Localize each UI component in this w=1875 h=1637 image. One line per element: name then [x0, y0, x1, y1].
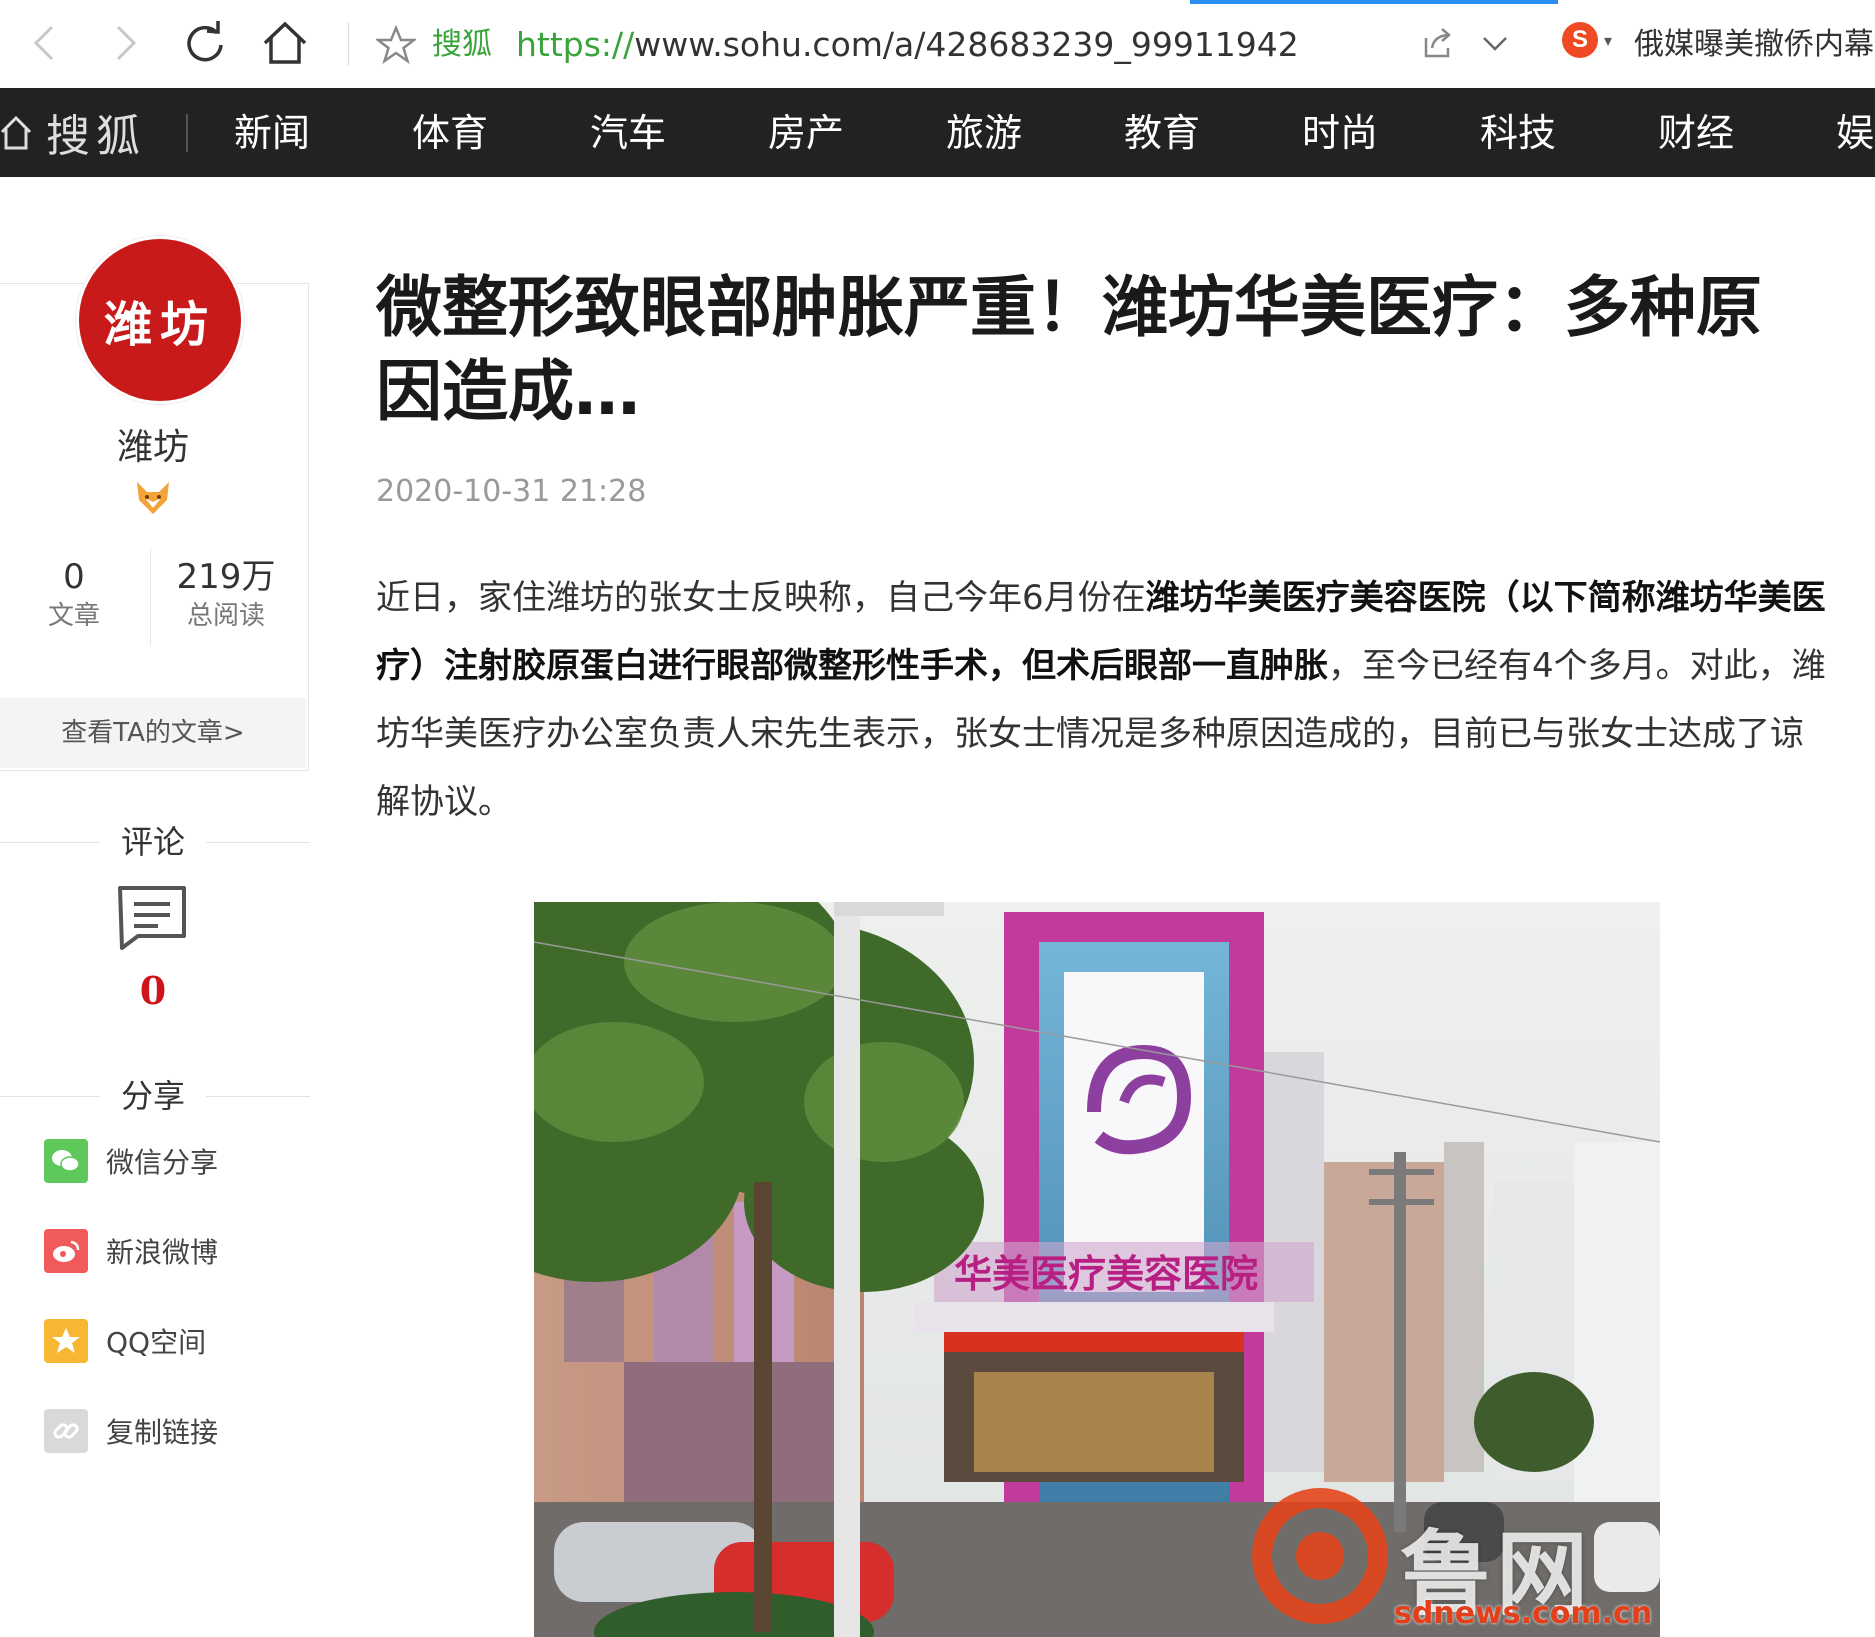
nav-divider: [186, 114, 188, 152]
home-button[interactable]: [262, 20, 308, 66]
address-dropdown-button[interactable]: [1478, 28, 1512, 62]
sogou-search-engine-button[interactable]: S ▾: [1562, 22, 1612, 58]
star-icon: [374, 24, 418, 65]
stat-label: 总阅读: [186, 601, 265, 631]
weibo-icon: [44, 1229, 88, 1273]
forward-button[interactable]: [102, 20, 148, 66]
nav-item[interactable]: 教育: [1124, 108, 1200, 158]
browser-toolbar: 搜狐 https://www.sohu.com/a/428683239_9991…: [0, 0, 1875, 89]
nav-item[interactable]: 科技: [1480, 108, 1556, 158]
share-item[interactable]: 复制链接: [44, 1408, 218, 1454]
link-icon: [44, 1409, 88, 1453]
reload-icon: [187, 21, 223, 62]
stat-value: 219万: [176, 557, 276, 597]
comment-icon[interactable]: [116, 884, 188, 956]
nav-item[interactable]: 房产: [768, 108, 844, 158]
article-title: 微整形致眼部肿胀严重！潍坊华美医疗：多种原因造成…: [376, 269, 1762, 430]
article-paragraph: 近日，家住潍坊的张女士反映称，自己今年6月份在潍坊华美医疗美容医院（以下简称潍坊…: [376, 564, 1828, 836]
back-button[interactable]: [22, 20, 68, 66]
author-name[interactable]: 潍坊: [0, 418, 306, 470]
news-ticker-text[interactable]: 俄媒曝美撤侨内幕: [1634, 24, 1874, 66]
share-item[interactable]: 微信分享: [44, 1138, 218, 1184]
share-heading: 分享: [120, 1077, 185, 1115]
share-item[interactable]: QQ空间: [44, 1318, 206, 1364]
fox-badge-icon: [133, 480, 173, 520]
caret-down-icon: ▾: [1604, 30, 1613, 50]
toolbar-divider: [348, 22, 349, 66]
clinic-sign-text: 华美医疗美容医院: [954, 1252, 1258, 1296]
share-item[interactable]: 新浪微博: [44, 1228, 218, 1274]
stat-articles: 0 文章: [34, 556, 114, 634]
nav-item[interactable]: 汽车: [590, 108, 666, 158]
forward-arrow-icon: [116, 25, 137, 61]
back-arrow-icon: [33, 25, 54, 61]
bookmark-button[interactable]: [374, 24, 418, 69]
watermark-url: sdnews.com.cn: [1394, 1596, 1653, 1631]
share-arrow-icon: [1424, 28, 1451, 58]
stat-reads: 219万 总阅读: [166, 556, 286, 634]
body-text: 近日，家住潍坊的张女士反映称，自己今年6月份在: [376, 578, 1146, 618]
url-path: www.sohu.com/a/428683239_99911942: [634, 25, 1299, 64]
sohu-nav-bar: 搜狐 新闻 体育 汽车 房产 旅游 教育 时尚 科技 财经 娱乐: [0, 88, 1875, 177]
lunet-logo-icon: [1250, 1486, 1390, 1630]
share-page-button[interactable]: [1420, 26, 1454, 64]
page-load-progress: [1190, 0, 1558, 4]
article-date: 2020-10-31 21:28: [376, 474, 647, 509]
address-bar[interactable]: https://www.sohu.com/a/428683239_9991194…: [516, 24, 1299, 66]
home-icon: [0, 115, 32, 150]
wechat-icon: [44, 1139, 88, 1183]
author-avatar[interactable]: 潍坊: [76, 236, 244, 404]
share-item-label: 新浪微博: [106, 1236, 219, 1269]
share-item-label: 微信分享: [106, 1146, 219, 1179]
nav-item[interactable]: 旅游: [946, 108, 1022, 158]
nav-item[interactable]: 体育: [412, 108, 488, 158]
nav-item[interactable]: 新闻: [234, 108, 310, 158]
site-identity-label[interactable]: 搜狐: [432, 24, 492, 66]
reload-button[interactable]: [182, 20, 228, 66]
nav-item[interactable]: 财经: [1658, 108, 1734, 158]
stat-divider: [150, 548, 151, 646]
comments-heading: 评论: [120, 823, 185, 861]
sogou-logo-icon: S: [1562, 22, 1598, 58]
qzone-star-icon: [44, 1319, 88, 1363]
stat-label: 文章: [47, 601, 100, 631]
chevron-down-icon: [1483, 37, 1507, 51]
comments-section-header: 评论: [0, 822, 310, 862]
sohu-logo[interactable]: 搜狐: [0, 102, 146, 162]
stat-value: 0: [63, 557, 85, 597]
share-item-label: 复制链接: [106, 1416, 219, 1449]
nav-item[interactable]: 时尚: [1302, 108, 1378, 158]
share-item-label: QQ空间: [106, 1326, 207, 1359]
comments-count[interactable]: 0: [0, 968, 306, 1013]
view-author-articles-link[interactable]: 查看TA的文章>: [0, 698, 306, 768]
home-icon: [263, 21, 307, 64]
nav-item[interactable]: 娱乐: [1836, 108, 1875, 158]
url-scheme: https://: [516, 25, 635, 64]
logo-text: 搜狐: [46, 111, 146, 162]
share-section-header: 分享: [0, 1076, 310, 1116]
